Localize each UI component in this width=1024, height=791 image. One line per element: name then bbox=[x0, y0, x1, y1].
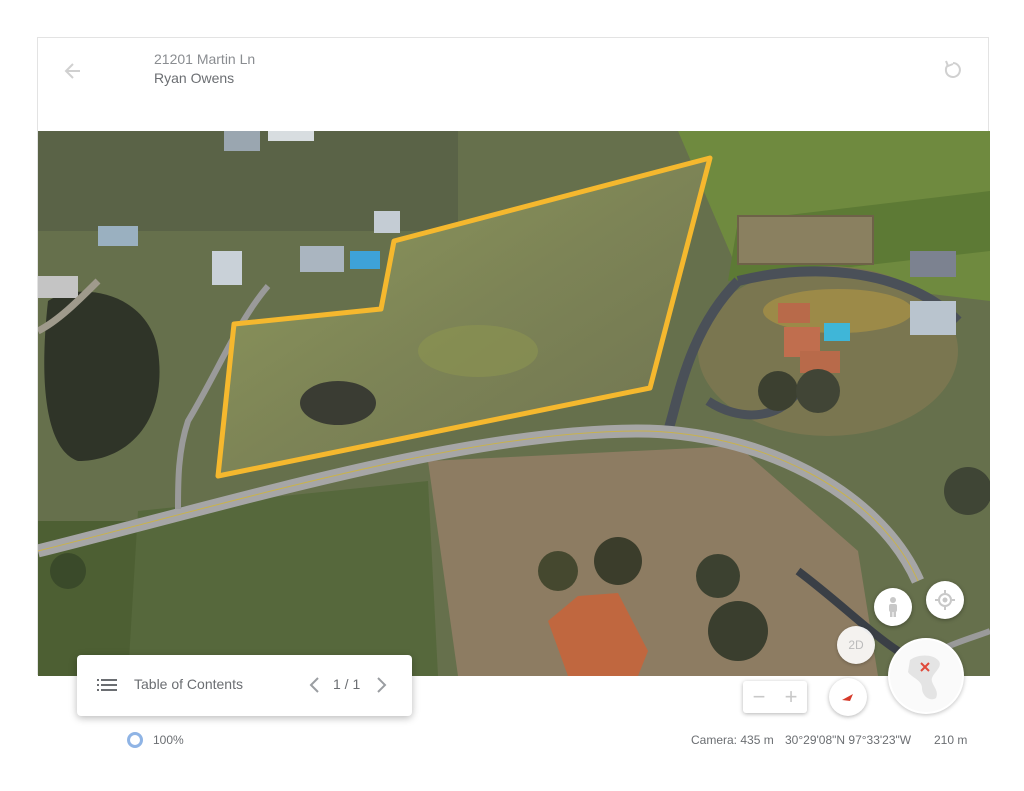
chevron-right-icon[interactable] bbox=[372, 674, 390, 696]
globe-button[interactable] bbox=[888, 638, 964, 714]
zoom-in-button[interactable]: + bbox=[775, 681, 807, 713]
owner-name: Ryan Owens bbox=[154, 70, 235, 86]
my-location-icon bbox=[935, 590, 955, 610]
my-location-button[interactable] bbox=[926, 581, 964, 619]
scale-label: 210 m bbox=[934, 733, 968, 747]
compass-button[interactable] bbox=[829, 678, 867, 716]
camera-altitude: Camera: 435 m bbox=[691, 733, 774, 747]
compass-icon bbox=[842, 694, 853, 701]
toc-label[interactable]: Table of Contents bbox=[134, 676, 243, 692]
globe-icon bbox=[890, 640, 962, 712]
header-bar: 21201 Martin Ln Ryan Owens bbox=[38, 38, 988, 131]
toc-page-indicator: 1 / 1 bbox=[333, 676, 361, 692]
satellite-map[interactable] bbox=[38, 131, 990, 676]
street-view-button[interactable] bbox=[874, 588, 912, 626]
2d-toggle-button[interactable]: 2D bbox=[837, 626, 875, 664]
back-button[interactable] bbox=[60, 58, 86, 84]
load-percent: 100% bbox=[153, 733, 184, 747]
zoom-out-button[interactable]: − bbox=[743, 681, 775, 713]
arrow-left-icon bbox=[64, 63, 80, 79]
property-address: 21201 Martin Ln bbox=[154, 51, 256, 67]
cursor-coordinates: 30°29'08"N 97°33'23"W bbox=[785, 733, 912, 747]
refresh-button[interactable] bbox=[940, 57, 966, 83]
chevron-left-icon[interactable] bbox=[306, 674, 324, 696]
loading-indicator bbox=[127, 732, 143, 748]
zoom-control: − + bbox=[743, 681, 807, 713]
table-of-contents-panel: Table of Contents 1 / 1 bbox=[77, 655, 412, 716]
map-imagery bbox=[38, 131, 990, 676]
pegman-icon bbox=[889, 597, 897, 617]
title-block: 21201 Martin Ln Ryan Owens bbox=[154, 50, 255, 88]
list-icon[interactable] bbox=[97, 677, 117, 693]
refresh-icon bbox=[944, 60, 961, 78]
viewer-card: 21201 Martin Ln Ryan Owens bbox=[37, 37, 990, 676]
